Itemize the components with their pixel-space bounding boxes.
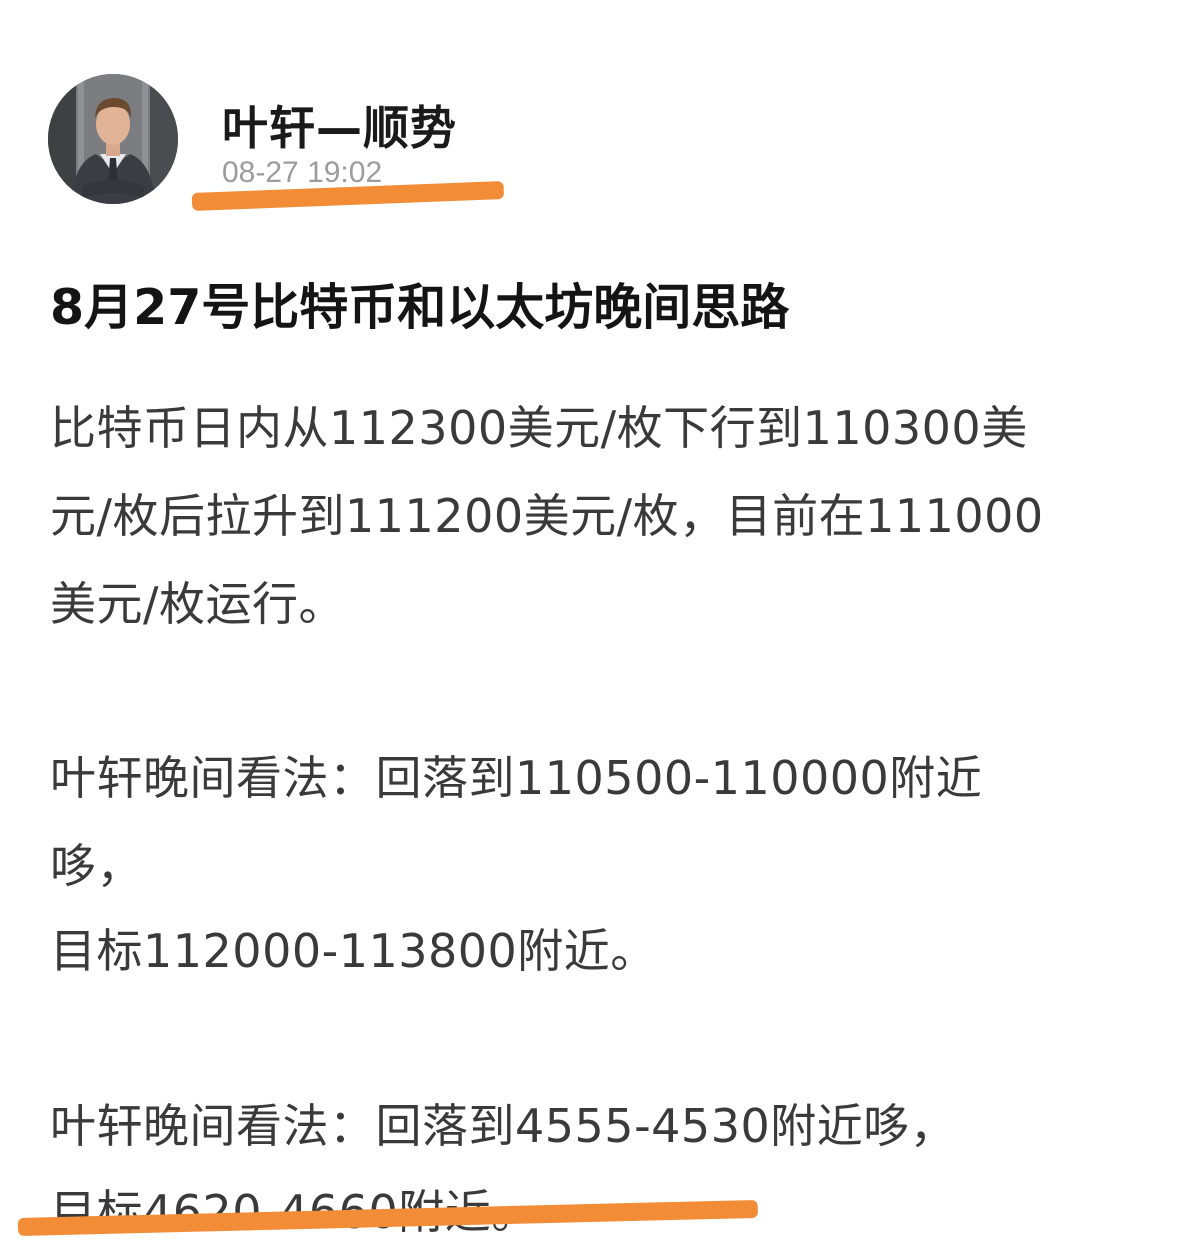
post-body-line: 目标112000-113800附近。: [50, 924, 657, 978]
post-body-line: 叶轩晚间看法：回落到110500-110000附近: [50, 751, 983, 805]
post-title: 8月27号比特币和以太坊晚间思路: [50, 279, 790, 336]
author-name[interactable]: 叶轩—顺势: [222, 92, 457, 158]
avatar[interactable]: [48, 74, 178, 204]
post-timestamp: 08-27 19:02: [222, 156, 383, 189]
post-body-line: 叶轩晚间看法：回落到4555-4530附近哆，: [50, 1099, 957, 1153]
post-body-line: 哆，: [50, 839, 143, 893]
post-body-line: 元/枚后拉升到111200美元/枚，目前在111000: [50, 489, 1044, 543]
avatar-photo: [48, 74, 178, 204]
post-body-line: 比特币日内从112300美元/枚下行到110300美: [50, 401, 1028, 455]
post-body-line: 美元/枚运行。: [50, 577, 345, 631]
